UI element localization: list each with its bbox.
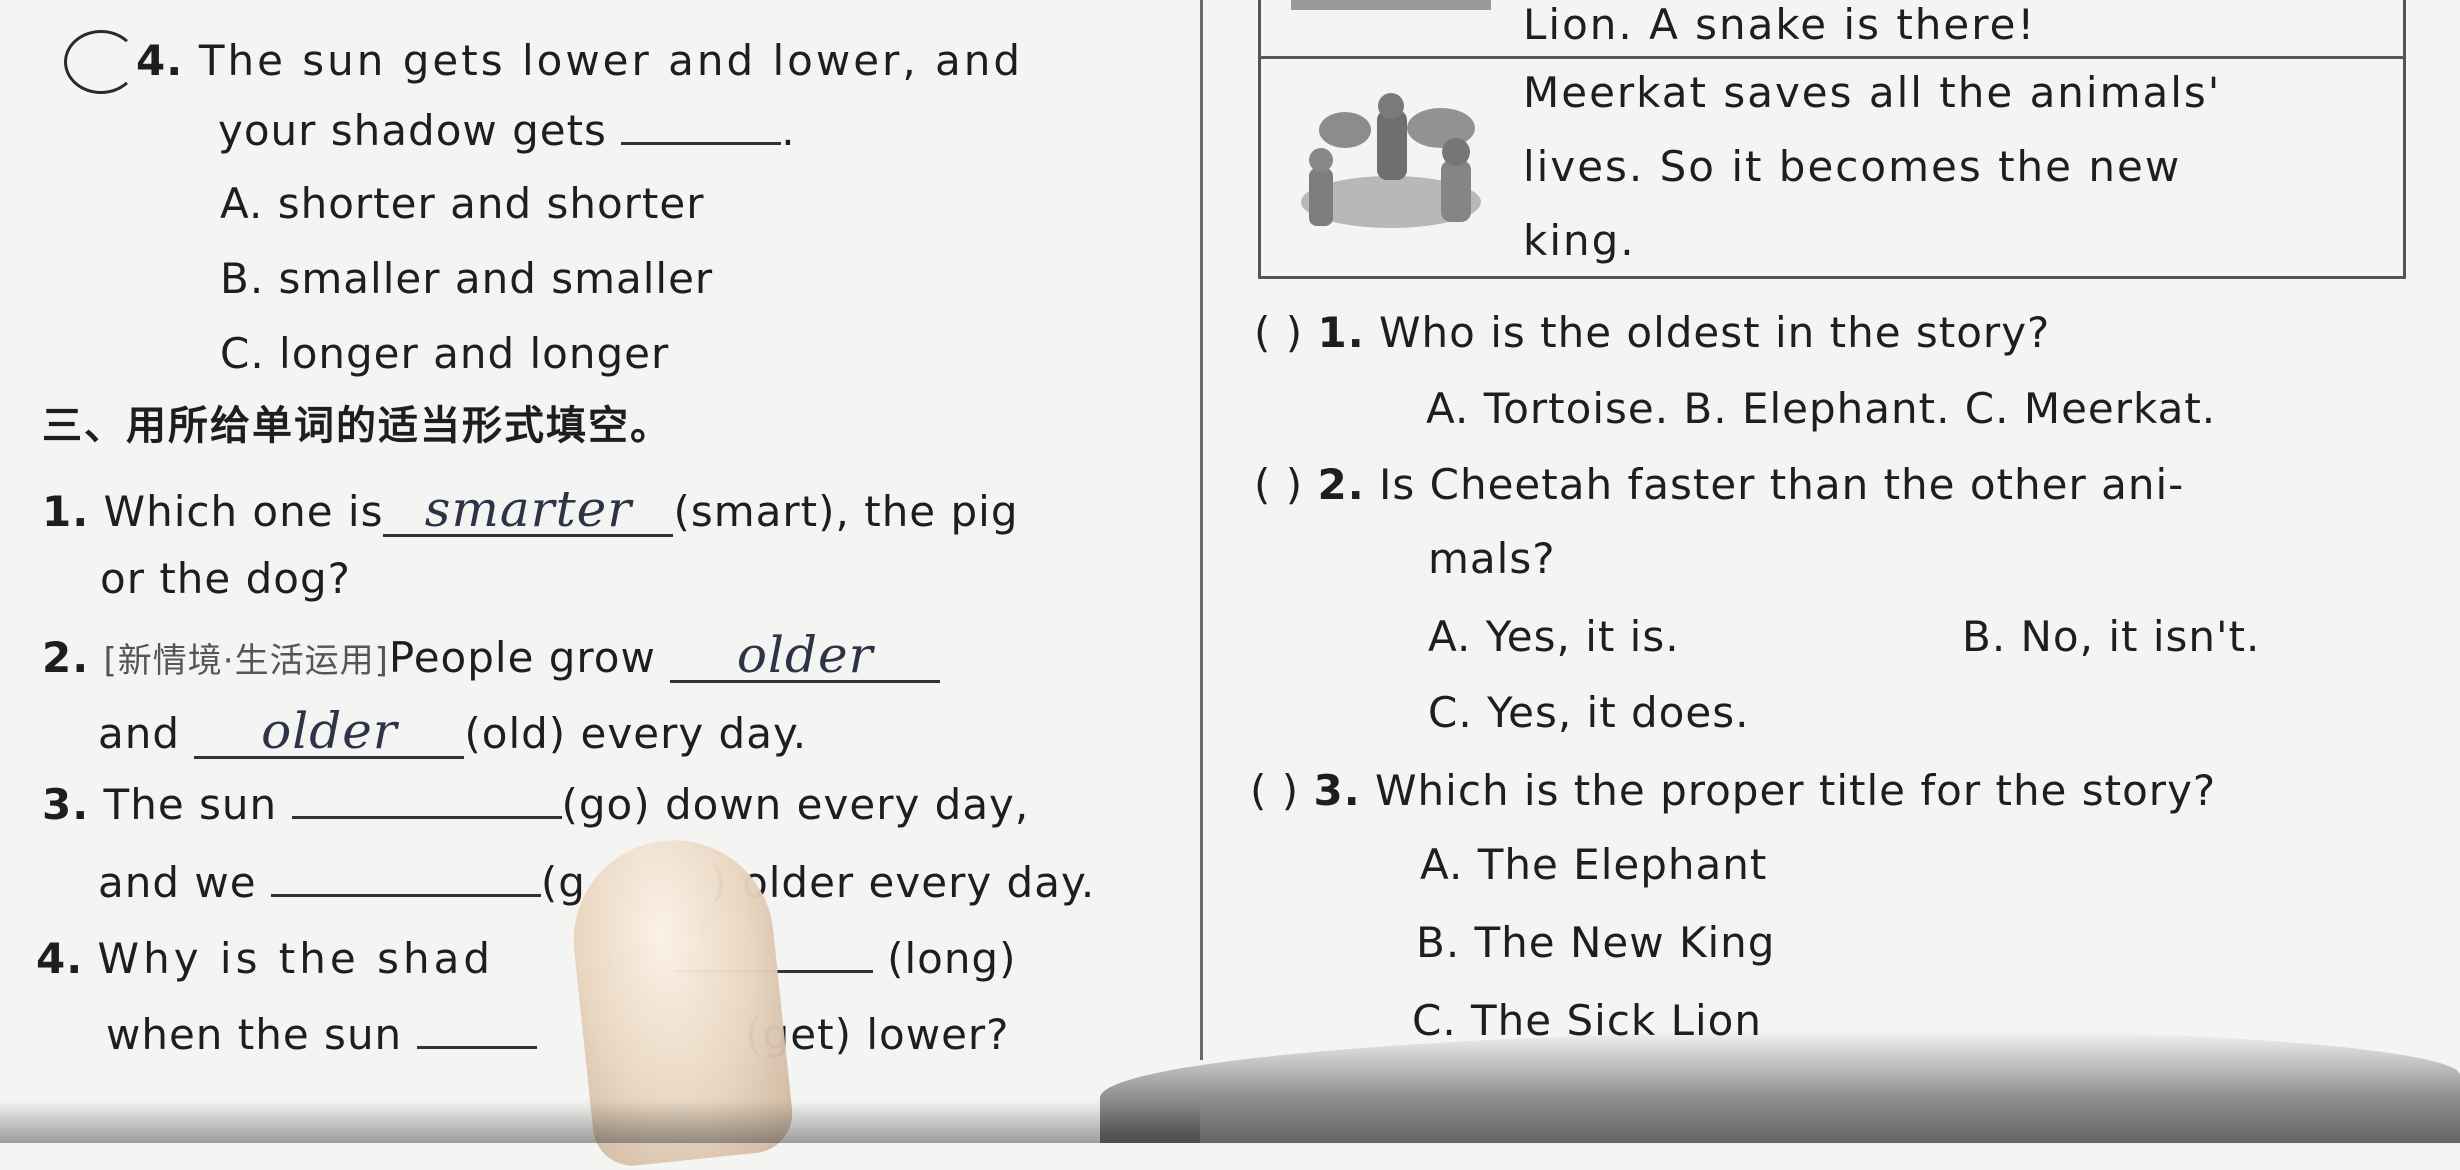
fill1-line1: 1. Which one is smarter (smart), the pig — [42, 484, 1019, 537]
q4-number: 4. — [136, 36, 184, 85]
rq3-text: Which is the proper title for the story? — [1375, 766, 2217, 815]
q4-heading: 4. The sun gets lower and lower, and — [136, 40, 1023, 82]
q4-line2-text: your shadow gets — [218, 106, 607, 155]
rq2-option-a: A. Yes, it is. — [1428, 612, 1680, 661]
q4-option-a: A. shorter and shorter — [220, 179, 705, 228]
rq2-text: Is Cheetah faster than the other ani- — [1379, 460, 2185, 509]
fill3-pre: The sun — [103, 780, 278, 829]
story-row-divider — [1261, 56, 2403, 59]
story-row2-line1: Meerkat saves all the animals' — [1523, 68, 2222, 117]
fill2-line2-post: (old) every day. — [464, 709, 808, 758]
rq2-line2: mals? — [1428, 534, 1556, 583]
story-row2-line3: king. — [1523, 216, 1636, 265]
fill4-blank2[interactable] — [416, 1036, 537, 1049]
rq1-text: Who is the oldest in the story? — [1379, 308, 2051, 357]
fill2-number: 2. — [42, 633, 90, 682]
rq2-answer-paren[interactable]: ( ) — [1254, 460, 1303, 509]
q4-line2: your shadow gets . — [218, 110, 796, 152]
fill2-handwritten-answer1: older — [736, 626, 874, 684]
rq3-number: 3. — [1313, 766, 1361, 815]
fill4-line2: when the sun (get) lower? — [106, 1014, 1009, 1056]
fill2-blank1[interactable]: older — [670, 630, 941, 683]
fill3-line1: 3. The sun (go) down every day, — [42, 784, 1029, 826]
worksheet-page: 4. The sun gets lower and lower, and you… — [0, 0, 2460, 1170]
rq3-option-b: B. The New King — [1416, 918, 1776, 967]
rq1-number: 1. — [1317, 308, 1365, 357]
fill2-line2-pre: and — [98, 709, 181, 758]
answer-circle-mark — [64, 30, 138, 94]
fill4-pre: Why is the shad — [97, 934, 494, 983]
story-picture-animals — [1301, 93, 1481, 228]
rq2-option-c: C. Yes, it does. — [1428, 688, 1750, 737]
fill4-post: (long) — [887, 934, 1017, 983]
rq2-option-b: B. No, it isn't. — [1962, 612, 2261, 661]
rq2-line1: ( ) 2. Is Cheetah faster than the other … — [1254, 464, 2184, 506]
fill3-blank2[interactable] — [270, 884, 541, 897]
fill2-pre: People grow — [388, 633, 656, 682]
page-shadow-left — [0, 1100, 1200, 1143]
fill1-pre: Which one is — [103, 487, 384, 536]
q4-line2-end: . — [781, 106, 796, 155]
fill3-line2-hint: (g — [540, 858, 586, 907]
fill1-line2: or the dog? — [100, 554, 351, 603]
fill1-blank[interactable]: smarter — [383, 484, 674, 537]
q4-blank[interactable] — [621, 132, 782, 145]
fill1-handwritten-answer: smarter — [424, 480, 633, 538]
fill1-post: (smart), the pig — [673, 487, 1019, 536]
fill4-line1: 4. Why is the shad (long) — [36, 938, 1016, 980]
fill2-context-tag: [新情境·生活运用] — [103, 641, 389, 681]
fill3-post: (go) down every day, — [561, 780, 1030, 829]
fill4-line2-pre: when the sun — [106, 1010, 403, 1059]
fill2-handwritten-answer2: older — [261, 702, 398, 760]
q4-text: The sun gets lower and lower, and — [198, 36, 1024, 85]
fill3-line2-post: ) older every day. — [710, 858, 1096, 907]
story-row2-line2: lives. So it becomes the new — [1523, 142, 2182, 191]
fill3-line2-pre: and we — [98, 858, 257, 907]
rq3-line1: ( ) 3. Which is the proper title for the… — [1250, 770, 2216, 812]
fill2-line2: and older (old) every day. — [98, 706, 807, 759]
fill3-number: 3. — [42, 780, 90, 829]
fill3-blank1[interactable] — [291, 806, 562, 819]
page-shadow-bottom — [1100, 1030, 2460, 1143]
column-divider — [1200, 0, 1203, 1060]
story-row1-text: Lion. A snake is there! — [1523, 0, 2037, 49]
rq1-answer-paren[interactable]: ( ) — [1254, 308, 1303, 357]
fill1-number: 1. — [42, 487, 90, 536]
rq1-line1: ( ) 1. Who is the oldest in the story? — [1254, 312, 2050, 354]
fill2-line1: 2. [新情境·生活运用]People grow older — [42, 630, 941, 683]
fill2-blank2[interactable]: older — [194, 706, 465, 759]
rq1-options: A. Tortoise. B. Elephant. C. Meerkat. — [1426, 384, 2217, 433]
rq3-answer-paren[interactable]: ( ) — [1250, 766, 1299, 815]
fill4-number: 4. — [36, 934, 84, 983]
q4-option-c: C. longer and longer — [220, 329, 670, 378]
story-picture-top — [1291, 0, 1491, 10]
rq2-number: 2. — [1317, 460, 1365, 509]
story-table: Lion. A snake is there! Meerkat saves al… — [1258, 0, 2406, 279]
rq3-option-a: A. The Elephant — [1420, 840, 1768, 889]
section3-title: 三、用所给单词的适当形式填空。 — [42, 403, 672, 449]
q4-option-b: B. smaller and smaller — [220, 254, 714, 303]
